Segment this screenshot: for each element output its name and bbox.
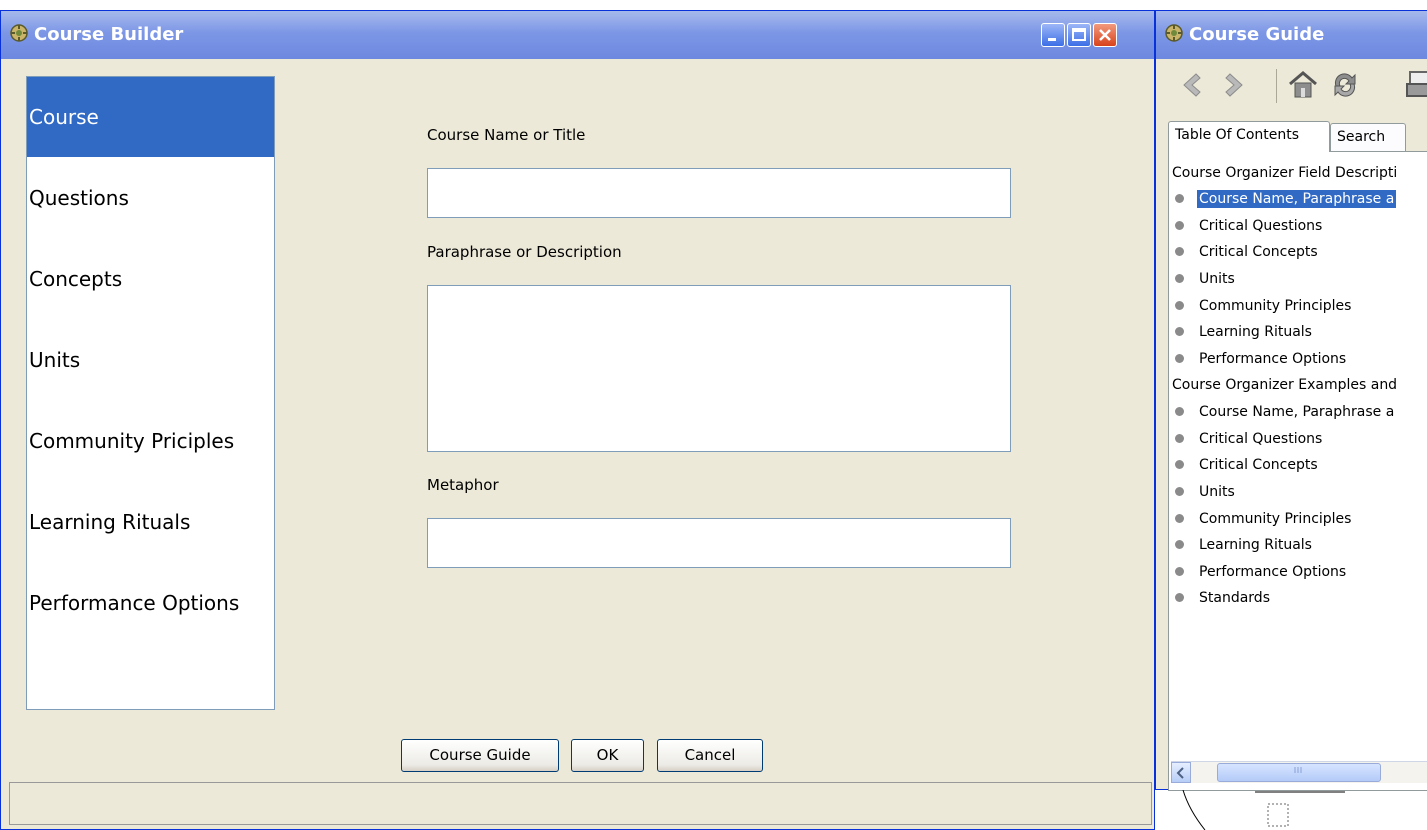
toc-item-label: Performance Options xyxy=(1199,564,1347,580)
toc-item-label: Critical Questions xyxy=(1199,431,1323,447)
minimize-button[interactable] xyxy=(1041,23,1065,47)
section-nav-list: Course Questions Concepts Units Communit… xyxy=(26,76,275,710)
grip-icon xyxy=(1294,767,1302,773)
nav-item-community-principles[interactable]: Community Priciples xyxy=(27,401,274,481)
toc-item[interactable]: Community Principles xyxy=(1175,506,1353,532)
nav-item-learning-rituals[interactable]: Learning Rituals xyxy=(27,482,274,562)
toc-item-label: Community Principles xyxy=(1199,298,1352,314)
background-sketch xyxy=(1182,790,1345,830)
toc-item-label: Learning Rituals xyxy=(1199,324,1312,340)
bullet-icon xyxy=(1175,486,1184,496)
app-icon xyxy=(10,24,28,42)
window-title: Course Builder xyxy=(34,24,184,45)
metaphor-label: Metaphor xyxy=(427,476,499,494)
bullet-icon xyxy=(1175,220,1184,230)
toc-section-header-label: Course Organizer Examples and xyxy=(1172,377,1398,393)
bullet-icon xyxy=(1175,246,1184,256)
bullet-icon xyxy=(1175,273,1184,283)
toc-item[interactable]: Critical Concepts xyxy=(1175,239,1320,265)
table-of-contents-tree: Course Organizer Field Descripti Course … xyxy=(1168,151,1427,791)
nav-item-performance-options[interactable]: Performance Options xyxy=(27,563,274,643)
toc-section-header[interactable]: Course Organizer Examples and xyxy=(1172,372,1397,398)
forward-arrow-icon[interactable] xyxy=(1218,68,1252,102)
nav-item-questions[interactable]: Questions xyxy=(27,158,274,238)
toc-item[interactable]: Course Name, Paraphrase a xyxy=(1175,399,1396,425)
toc-item[interactable]: Critical Questions xyxy=(1175,213,1324,239)
minimize-icon xyxy=(1048,38,1056,41)
bullet-icon xyxy=(1175,326,1184,336)
bullet-icon xyxy=(1175,433,1184,443)
paraphrase-textarea[interactable] xyxy=(427,285,1011,452)
course-guide-title-bar[interactable]: Course Guide xyxy=(1156,11,1427,59)
toc-item-label: Units xyxy=(1199,271,1235,287)
toc-item-label: Course Name, Paraphrase a xyxy=(1199,404,1395,420)
toc-item[interactable]: Critical Questions xyxy=(1175,426,1324,452)
close-button[interactable] xyxy=(1093,23,1117,47)
toc-item-label: Critical Concepts xyxy=(1199,244,1318,260)
maximize-icon xyxy=(1072,28,1086,41)
toc-section-header[interactable]: Course Organizer Field Descripti xyxy=(1172,160,1397,186)
toc-item-label: Community Principles xyxy=(1199,511,1352,527)
bullet-icon xyxy=(1175,539,1184,549)
course-builder-title-bar[interactable]: Course Builder xyxy=(1,11,1154,59)
course-name-label: Course Name or Title xyxy=(427,126,586,144)
course-guide-button[interactable]: Course Guide xyxy=(401,739,559,772)
course-guide-toolbar xyxy=(1156,61,1427,109)
toc-item[interactable]: Performance Options xyxy=(1175,559,1348,585)
course-guide-window: Course Guide Table Of Contents Search Co… xyxy=(1155,10,1427,791)
toc-item[interactable]: Learning Rituals xyxy=(1175,532,1314,558)
toc-item-label: Learning Rituals xyxy=(1199,537,1312,553)
bullet-icon xyxy=(1175,406,1184,416)
toc-item[interactable]: Community Principles xyxy=(1175,293,1353,319)
toc-item-label: Standards xyxy=(1199,590,1270,606)
bullet-icon xyxy=(1175,353,1184,363)
status-bar xyxy=(9,782,1152,825)
course-builder-body: Course Questions Concepts Units Communit… xyxy=(1,59,1154,829)
toc-item-label: Units xyxy=(1199,484,1235,500)
chevron-left-icon xyxy=(1176,767,1184,779)
back-arrow-icon[interactable] xyxy=(1174,68,1208,102)
cancel-button[interactable]: Cancel xyxy=(657,739,763,772)
bullet-icon xyxy=(1175,459,1184,469)
scroll-thumb[interactable] xyxy=(1217,763,1381,782)
toc-item[interactable]: Units xyxy=(1175,266,1237,292)
toc-item-label: Critical Questions xyxy=(1199,218,1323,234)
print-icon[interactable] xyxy=(1404,68,1427,102)
app-icon xyxy=(1165,24,1183,42)
toc-item[interactable]: Units xyxy=(1175,479,1237,505)
refresh-icon[interactable] xyxy=(1328,68,1362,102)
toc-item[interactable]: Standards xyxy=(1175,585,1272,611)
ok-button[interactable]: OK xyxy=(571,739,644,772)
bullet-icon xyxy=(1175,193,1184,203)
bullet-icon xyxy=(1175,592,1184,602)
toc-item-label: Performance Options xyxy=(1199,351,1347,367)
course-name-input[interactable] xyxy=(427,168,1011,218)
scroll-left-button[interactable] xyxy=(1171,762,1191,783)
toc-item[interactable]: Course Name, Paraphrase a xyxy=(1175,186,1397,212)
bullet-icon xyxy=(1175,300,1184,310)
toc-item-label: Course Name, Paraphrase a xyxy=(1197,190,1397,208)
toc-item[interactable]: Learning Rituals xyxy=(1175,319,1314,345)
metaphor-input[interactable] xyxy=(427,518,1011,568)
toc-item[interactable]: Performance Options xyxy=(1175,346,1348,372)
home-icon[interactable] xyxy=(1286,68,1320,102)
nav-item-units[interactable]: Units xyxy=(27,320,274,400)
tab-table-of-contents[interactable]: Table Of Contents xyxy=(1168,121,1330,152)
maximize-button[interactable] xyxy=(1067,23,1091,47)
nav-item-course[interactable]: Course xyxy=(27,77,274,157)
course-builder-window: Course Builder Course Questions Concepts… xyxy=(0,10,1155,830)
nav-item-concepts[interactable]: Concepts xyxy=(27,239,274,319)
window-title: Course Guide xyxy=(1189,24,1325,45)
toc-item-label: Critical Concepts xyxy=(1199,457,1318,473)
toc-item[interactable]: Critical Concepts xyxy=(1175,452,1320,478)
toc-section-header-label: Course Organizer Field Descripti xyxy=(1172,165,1398,181)
bullet-icon xyxy=(1175,566,1184,576)
bullet-icon xyxy=(1175,513,1184,523)
toolbar-separator xyxy=(1276,69,1277,103)
tab-search[interactable]: Search xyxy=(1330,123,1406,151)
horizontal-scrollbar[interactable] xyxy=(1171,761,1427,783)
paraphrase-label: Paraphrase or Description xyxy=(427,243,622,261)
close-icon xyxy=(1099,29,1111,41)
